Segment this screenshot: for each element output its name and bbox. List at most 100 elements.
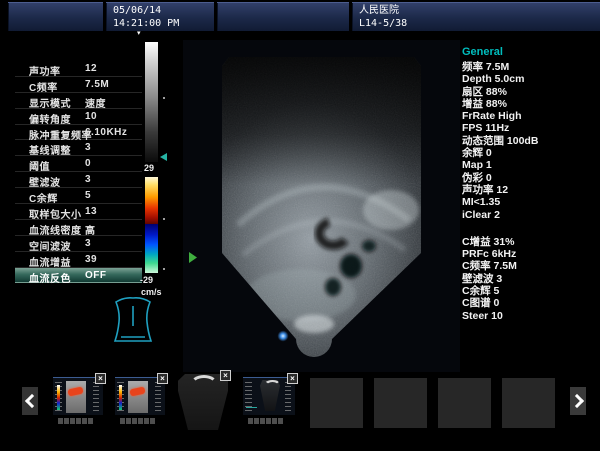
empty-thumbnail-slot[interactable] xyxy=(374,378,427,428)
close-icon[interactable]: × xyxy=(287,373,298,384)
parameter-value: 速度 xyxy=(85,95,106,110)
thumbs-next-button[interactable] xyxy=(570,387,586,415)
thumb-doppler-blob xyxy=(67,387,83,397)
c-mode-params: C增益 31%PRFc 6kHzC频率 7.5M壁滤波 3C余辉 5C图谱 0S… xyxy=(462,236,598,322)
grayscale-bar xyxy=(145,42,158,162)
parameter-label: 取样包大小 xyxy=(29,206,82,221)
close-icon[interactable]: × xyxy=(157,373,168,384)
parameter-row[interactable]: 空间滤波 3 xyxy=(15,236,142,252)
date-text: 05/06/14 xyxy=(113,4,214,17)
b-mode-param-line: 动态范围 100dB xyxy=(462,135,598,147)
thumb-filmstrip xyxy=(115,418,165,424)
b-mode-param-line: 扇区 88% xyxy=(462,86,598,98)
parameter-value: 12 xyxy=(85,63,97,74)
c-mode-param-line: C图谱 0 xyxy=(462,297,598,309)
topbar-datetime: 05/06/14 14:21:00 PM xyxy=(106,2,214,31)
thumb-grayscale-image xyxy=(66,381,86,413)
parameter-value: 39 xyxy=(85,254,97,265)
empty-thumbnail-slot[interactable] xyxy=(438,378,491,428)
parameter-row[interactable]: 偏转角度 10 xyxy=(15,109,142,125)
parameter-label: 空间滤波 xyxy=(29,238,71,253)
b-mode-params: 频率 7.5MDepth 5.0cm扇区 88%增益 88%FrRate Hig… xyxy=(462,61,598,221)
thumb-text-specks xyxy=(93,382,99,412)
thumbs-prev-button[interactable] xyxy=(22,387,38,415)
parameter-value: 高 xyxy=(85,222,96,237)
parameter-row[interactable]: C频率 7.5M xyxy=(15,77,142,93)
parameter-label: 血流增益 xyxy=(29,254,71,269)
parameter-value: 6.10KHz xyxy=(85,127,127,138)
info-panel: General 频率 7.5MDepth 5.0cm扇区 88%增益 88%Fr… xyxy=(462,46,598,322)
gain-marker-icon xyxy=(160,153,167,161)
velocity-max-label: 29 xyxy=(144,163,154,173)
parameter-label: C频率 xyxy=(29,79,58,94)
parameter-value: 3 xyxy=(85,238,91,249)
topbar-box-empty-2 xyxy=(217,2,349,31)
caret-down-icon: ▾ xyxy=(137,30,141,38)
c-mode-param-line: 壁滤波 3 xyxy=(462,273,598,285)
parameter-row[interactable]: 阈值 0 xyxy=(15,156,142,172)
parameter-row[interactable]: 壁滤波 3 xyxy=(15,172,142,188)
velocity-min-label: -29 xyxy=(140,275,153,285)
thumb-filmstrip xyxy=(243,418,295,424)
b-mode-param-line: 频率 7.5M xyxy=(462,61,598,73)
b-mode-param-line: 伪彩 0 xyxy=(462,172,598,184)
ultrasound-screen: 05/06/14 14:21:00 PM 人民医院 L14-5/38 ▾ 声功率… xyxy=(0,0,600,451)
parameter-value: 13 xyxy=(85,206,97,217)
close-icon[interactable]: × xyxy=(220,370,231,381)
thumbnail-doppler-2[interactable]: × xyxy=(115,377,165,424)
probe-model: L14-5/38 xyxy=(359,17,600,30)
empty-thumbnail-slot[interactable] xyxy=(502,378,555,428)
topbar-hospital: 人民医院 L14-5/38 xyxy=(352,2,600,31)
time-text: 14:21:00 PM xyxy=(113,17,214,30)
thumbnail-bmode-1[interactable]: × xyxy=(178,374,228,431)
parameter-value: 10 xyxy=(85,111,97,122)
hospital-name: 人民医院 xyxy=(359,4,600,17)
parameter-row[interactable]: 血流线密度 高 xyxy=(15,220,142,236)
b-mode-param-line: Depth 5.0cm xyxy=(462,73,598,85)
parameter-label: 显示模式 xyxy=(29,95,71,110)
thumb-bright-arc xyxy=(263,380,282,393)
thumb-teal-dash xyxy=(246,407,257,408)
thumb-fan xyxy=(260,380,280,411)
parameter-row[interactable]: 声功率 12 xyxy=(15,61,142,77)
b-mode-param-line: iClear 2 xyxy=(462,209,598,221)
c-mode-param-line: C频率 7.5M xyxy=(462,260,598,272)
preset-label: General xyxy=(462,46,598,59)
thumb-colorbar xyxy=(57,385,60,410)
body-marker-icon[interactable] xyxy=(106,296,160,348)
parameter-row[interactable]: 基线调整 3 xyxy=(15,140,142,156)
parameter-label: 血流线密度 xyxy=(29,222,82,237)
b-mode-param-line: FPS 11Hz xyxy=(462,122,598,134)
parameter-label: 阈值 xyxy=(29,158,50,173)
image-area[interactable] xyxy=(183,40,460,372)
b-mode-param-line: FrRate High xyxy=(462,110,598,122)
empty-thumbnail-slot[interactable] xyxy=(310,378,363,428)
parameter-row[interactable]: C余辉 5 xyxy=(15,188,142,204)
empty-thumbnail-slots xyxy=(310,378,555,428)
c-mode-param-line: Steer 10 xyxy=(462,310,598,322)
chevron-right-icon xyxy=(569,394,583,408)
parameter-label: 基线调整 xyxy=(29,142,71,157)
parameter-label: 血流反色 xyxy=(29,270,71,285)
b-mode-param-line: Map 1 xyxy=(462,159,598,171)
c-mode-param-line: PRFc 6kHz xyxy=(462,248,598,260)
thumb-filmstrip xyxy=(53,418,103,424)
c-mode-param-line: C增益 31% xyxy=(462,236,598,248)
ultrasound-image[interactable] xyxy=(183,40,460,372)
parameter-value: 3 xyxy=(85,142,91,153)
parameter-row[interactable]: 取样包大小 13 xyxy=(15,204,142,220)
parameter-label: 偏转角度 xyxy=(29,111,71,126)
close-icon[interactable]: × xyxy=(95,373,106,384)
thumbnail-image xyxy=(178,374,228,430)
topbar-box-empty-1 xyxy=(8,2,103,31)
parameter-value: 0 xyxy=(85,158,91,169)
parameter-row[interactable]: 脉冲重复频率 6.10KHz xyxy=(15,125,142,141)
parameter-row[interactable]: 血流增益 39 xyxy=(15,252,142,268)
parameter-row[interactable]: 血流反色 OFF xyxy=(15,268,142,284)
thumbnail-doppler-1[interactable]: × xyxy=(53,377,103,424)
parameter-row[interactable]: 显示模式 速度 xyxy=(15,93,142,109)
b-mode-param-line: MI<1.35 xyxy=(462,196,598,208)
thumbnail-bmode-2[interactable]: × xyxy=(243,377,295,424)
focus-marker-icon xyxy=(189,252,197,263)
parameter-value: OFF xyxy=(85,270,107,281)
